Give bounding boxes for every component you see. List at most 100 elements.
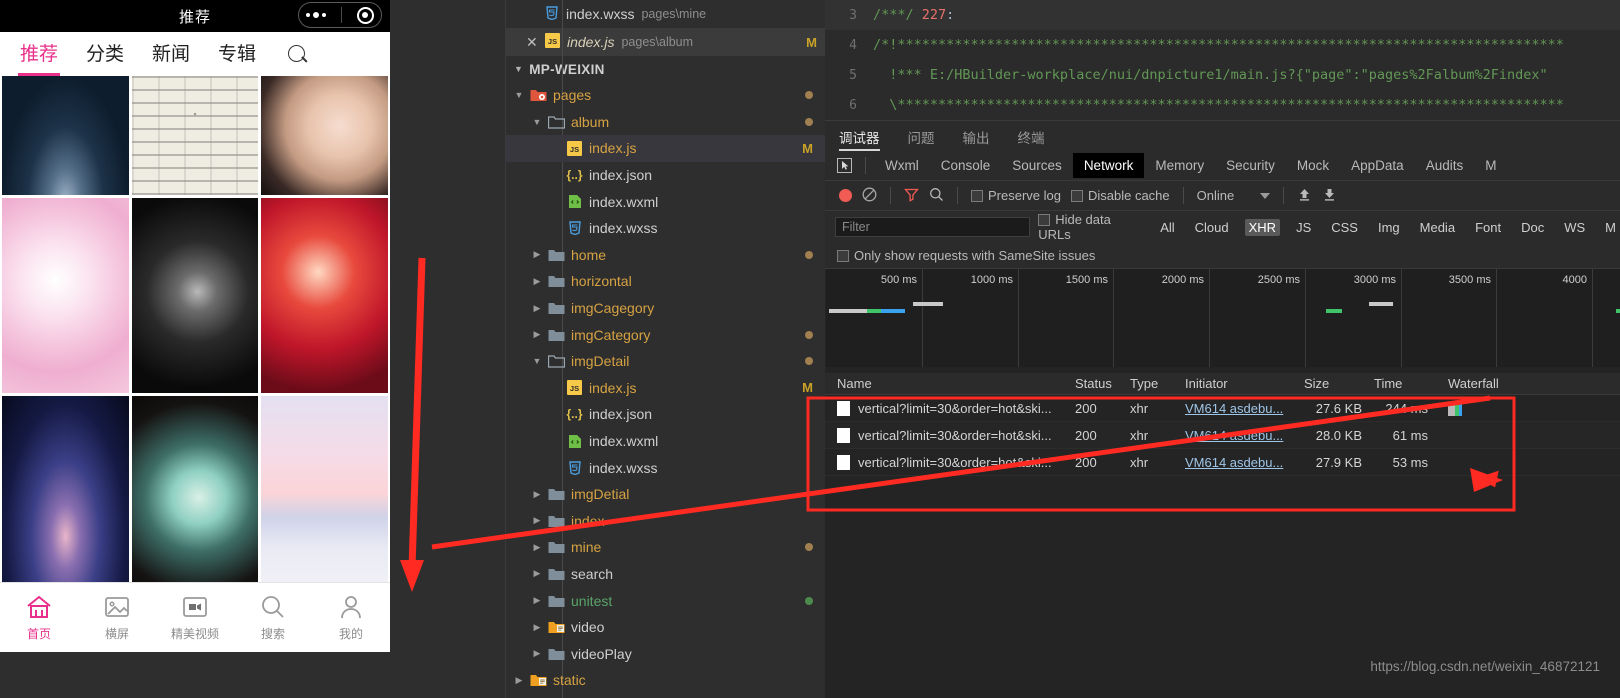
nav-tab-album[interactable]: 专辑 <box>204 32 270 76</box>
tree-item-index-js[interactable]: JS index.js M <box>506 375 825 402</box>
gallery-item[interactable] <box>2 396 129 591</box>
chevron-down-icon[interactable]: ▼ <box>532 117 542 127</box>
nav-tab-news[interactable]: 新闻 <box>138 32 204 76</box>
chevron-right-icon[interactable]: ▶ <box>532 249 542 260</box>
tool-tab-appdata[interactable]: AppData <box>1340 153 1415 178</box>
filter-type-m[interactable]: M <box>1601 219 1620 236</box>
gallery-item[interactable] <box>131 76 259 195</box>
tree-item-index-wxss[interactable]: index.wxss <box>506 215 825 242</box>
chevron-down-icon[interactable]: ▼ <box>514 90 524 100</box>
tool-tab-mock[interactable]: Mock <box>1286 153 1340 178</box>
upload-arrow-icon[interactable] <box>1297 187 1312 205</box>
tool-tab-console[interactable]: Console <box>930 153 1002 178</box>
chevron-right-icon[interactable]: ▶ <box>532 595 542 606</box>
nav-tab-recommend[interactable]: 推荐 <box>6 32 72 76</box>
filter-type-img[interactable]: Img <box>1374 219 1404 236</box>
filter-type-font[interactable]: Font <box>1471 219 1505 236</box>
chevron-right-icon[interactable]: ▶ <box>532 542 542 553</box>
panel-tab-output[interactable]: 输出 <box>963 127 990 151</box>
tree-item-index[interactable]: ▶ index <box>506 508 825 535</box>
column-header-type[interactable]: Type <box>1130 376 1185 391</box>
search-icon[interactable] <box>929 187 944 205</box>
record-button-icon[interactable] <box>839 189 852 202</box>
tool-tab-memory[interactable]: Memory <box>1144 153 1215 178</box>
chevron-right-icon[interactable]: ▶ <box>514 675 524 686</box>
panel-tab-problems[interactable]: 问题 <box>908 127 935 151</box>
chevron-right-icon[interactable]: ▶ <box>532 303 542 314</box>
tree-item-search[interactable]: ▶ search <box>506 561 825 588</box>
tree-item-home[interactable]: ▶ home <box>506 242 825 269</box>
initiator-link[interactable]: VM614 asdebu... <box>1185 428 1283 443</box>
code-line[interactable]: 3 /***/ 227: <box>825 0 1620 30</box>
tool-tab-wxml[interactable]: Wxml <box>874 153 930 178</box>
editor-tab-js[interactable]: ✕ JS index.js pages\album M <box>506 28 825 56</box>
initiator-link[interactable]: VM614 asdebu... <box>1185 401 1283 416</box>
tree-item-videoPlay[interactable]: ▶ videoPlay <box>506 640 825 667</box>
preserve-log-checkbox[interactable]: Preserve log <box>971 188 1061 203</box>
wechat-capsule-buttons[interactable] <box>298 2 382 28</box>
column-header-waterfall[interactable]: Waterfall <box>1436 376 1620 391</box>
nav-tab-category[interactable]: 分类 <box>72 32 138 76</box>
code-line[interactable]: 4 /*!************************************… <box>825 30 1620 60</box>
gallery-item[interactable] <box>261 76 388 195</box>
tree-item-pages[interactable]: ▼ pages <box>506 82 825 109</box>
table-row[interactable]: vertical?limit=30&order=hot&ski... 200 xhr… <box>825 449 1620 476</box>
tree-item-album[interactable]: ▼ album <box>506 109 825 136</box>
download-arrow-icon[interactable] <box>1322 187 1337 205</box>
tabbar-item-home[interactable]: 首页 <box>0 593 78 642</box>
code-editor[interactable]: 3 /***/ 227: 4 /*!*************************… <box>825 0 1620 120</box>
target-circle-icon[interactable] <box>356 6 374 24</box>
editor-tab-wxss[interactable]: × index.wxss pages\mine <box>506 0 825 28</box>
chevron-right-icon[interactable]: ▶ <box>532 568 542 579</box>
tree-item-index-wxml[interactable]: index.wxml <box>506 188 825 215</box>
tree-item-index-json[interactable]: {..} index.json <box>506 162 825 189</box>
table-row[interactable]: vertical?limit=30&order=hot&ski... 200 xhr… <box>825 395 1620 422</box>
chevron-right-icon[interactable]: ▶ <box>532 276 542 287</box>
throttling-select[interactable]: Online <box>1197 188 1271 203</box>
chevron-down-icon[interactable]: ▼ <box>532 356 542 366</box>
filter-type-xhr[interactable]: XHR <box>1244 218 1281 236</box>
panel-tab-terminal[interactable]: 终端 <box>1018 127 1045 151</box>
chevron-right-icon[interactable]: ▶ <box>532 622 542 633</box>
tree-item-imgDetail[interactable]: ▼ imgDetail <box>506 348 825 375</box>
tree-item-index-js[interactable]: JS index.js M <box>506 135 825 162</box>
code-line[interactable]: 6 \*************************************… <box>825 90 1620 120</box>
tree-item-index-wxss[interactable]: index.wxss <box>506 454 825 481</box>
samesite-checkbox[interactable]: Only show requests with SameSite issues <box>837 248 1095 263</box>
filter-input[interactable]: Filter <box>835 217 1031 237</box>
chevron-right-icon[interactable]: ▶ <box>532 515 542 526</box>
tool-tab-audits[interactable]: Audits <box>1415 153 1475 178</box>
tree-item-unitest[interactable]: ▶ unitest <box>506 587 825 614</box>
tree-item-imgCategory[interactable]: ▶ imgCategory <box>506 321 825 348</box>
tree-item-index-wxml[interactable]: index.wxml <box>506 428 825 455</box>
filter-type-ws[interactable]: WS <box>1560 219 1589 236</box>
tree-item-mine[interactable]: ▶ mine <box>506 534 825 561</box>
close-icon[interactable]: ✕ <box>526 34 538 51</box>
network-timeline-overview[interactable]: 500 ms 1000 ms 1500 ms 2000 ms 2500 ms 3000 m… <box>826 269 1620 367</box>
filter-type-css[interactable]: CSS <box>1327 219 1362 236</box>
tool-tab-security[interactable]: Security <box>1215 153 1286 178</box>
gallery-item[interactable] <box>2 198 129 393</box>
column-header-time[interactable]: Time <box>1370 376 1436 391</box>
tabbar-item-search[interactable]: 搜索 <box>234 593 312 642</box>
chevron-right-icon[interactable]: ▶ <box>532 648 542 659</box>
gallery-item[interactable] <box>261 396 388 591</box>
tree-item-index-json[interactable]: {..} index.json <box>506 401 825 428</box>
filter-type-media[interactable]: Media <box>1416 219 1459 236</box>
hide-data-urls-checkbox[interactable]: Hide data URLs <box>1038 212 1144 242</box>
tabbar-item-horizontal[interactable]: 横屏 <box>78 593 156 642</box>
gallery-item[interactable] <box>131 198 259 393</box>
filter-type-all[interactable]: All <box>1156 219 1178 236</box>
column-header-name[interactable]: Name <box>825 376 1075 391</box>
panel-tab-debugger[interactable]: 调试器 <box>839 127 880 151</box>
gallery-item[interactable] <box>261 198 388 393</box>
filter-funnel-icon[interactable] <box>904 187 919 205</box>
code-line[interactable]: 5 !*** E:/HBuilder-workplace/nui/dnpictu… <box>825 60 1620 90</box>
gallery-item[interactable] <box>131 396 259 591</box>
tool-tab-network[interactable]: Network <box>1072 153 1145 178</box>
chevron-right-icon[interactable]: ▶ <box>532 329 542 340</box>
column-header-size[interactable]: Size <box>1300 376 1370 391</box>
initiator-link[interactable]: VM614 asdebu... <box>1185 455 1283 470</box>
disable-cache-checkbox[interactable]: Disable cache <box>1070 188 1170 203</box>
column-header-status[interactable]: Status <box>1075 376 1130 391</box>
